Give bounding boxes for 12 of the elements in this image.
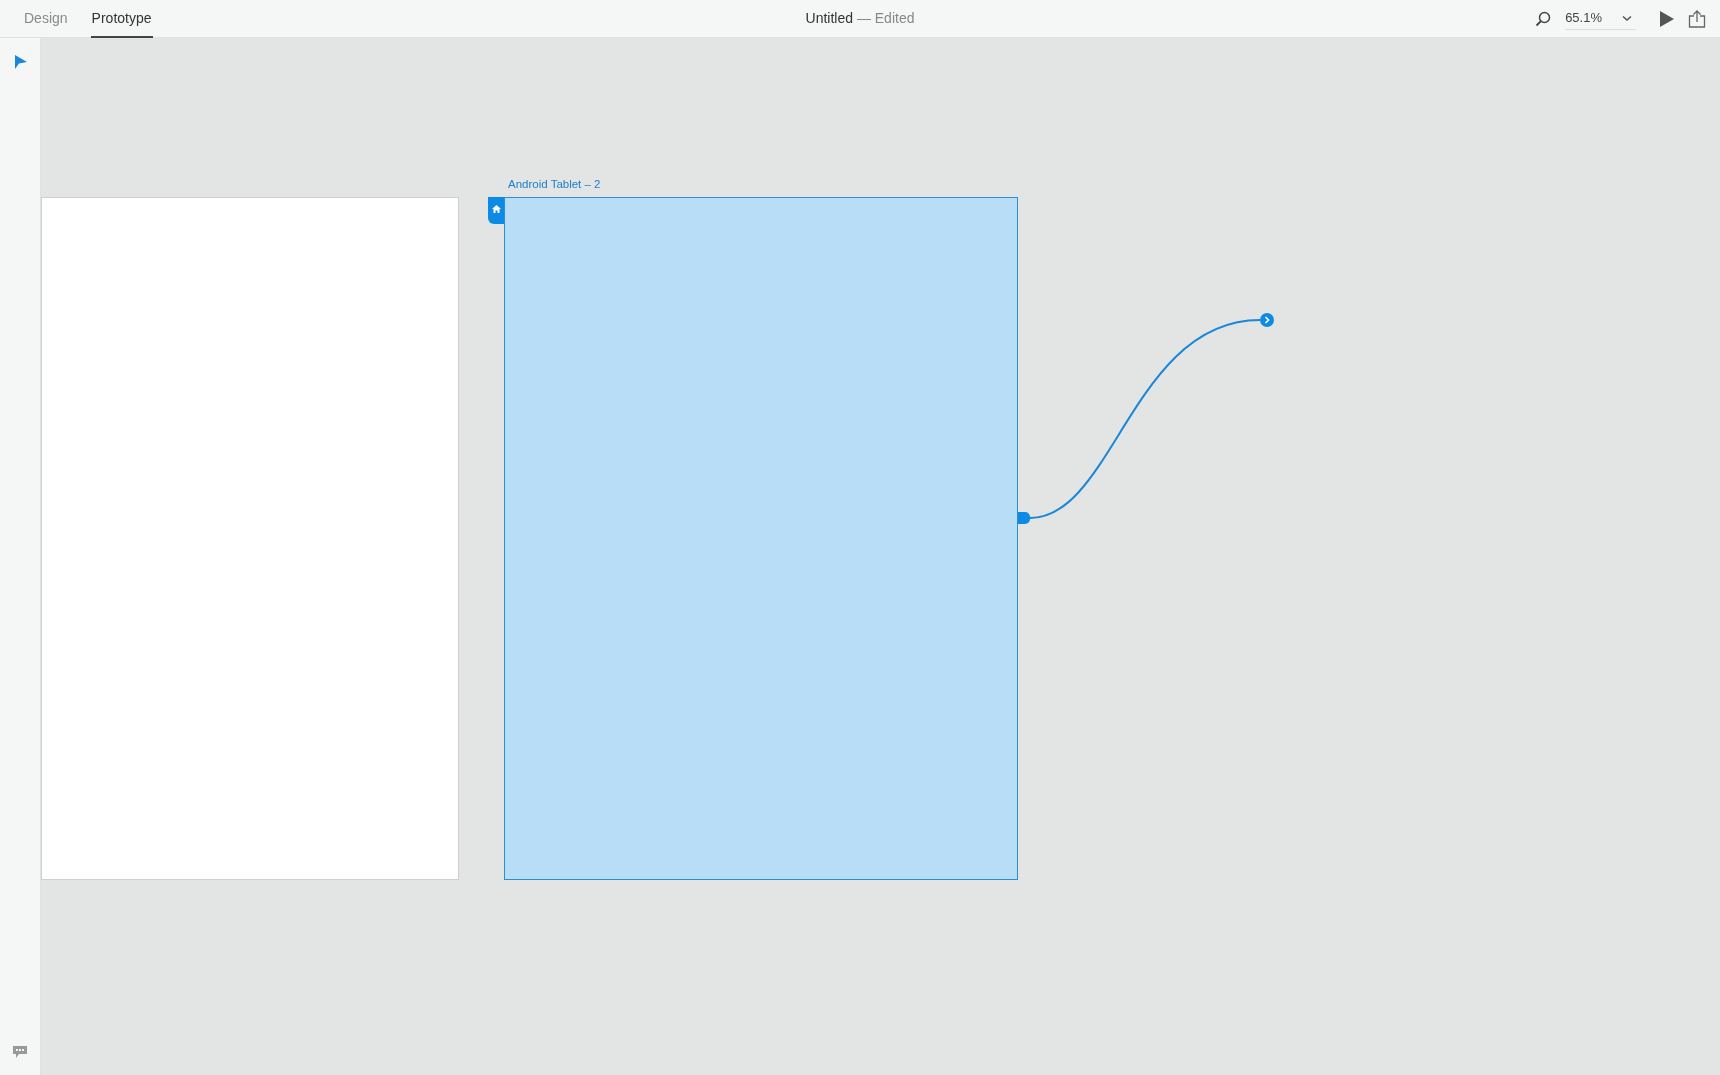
document-title: Untitled — Edited: [805, 10, 915, 26]
share-icon[interactable]: [1688, 9, 1706, 28]
chevron-down-icon[interactable]: [1622, 14, 1632, 22]
link-handle[interactable]: [1018, 512, 1030, 524]
play-icon[interactable]: [1660, 10, 1674, 27]
comment-icon[interactable]: [13, 1046, 27, 1059]
zoom-field[interactable]: 65.1%: [1565, 7, 1636, 30]
chevron-right-icon[interactable]: [1260, 313, 1274, 327]
home-icon[interactable]: [488, 197, 504, 224]
search-icon[interactable]: [1535, 10, 1552, 27]
mode-tab[interactable]: Prototype: [90, 0, 153, 38]
pointer-icon[interactable]: [15, 55, 27, 69]
